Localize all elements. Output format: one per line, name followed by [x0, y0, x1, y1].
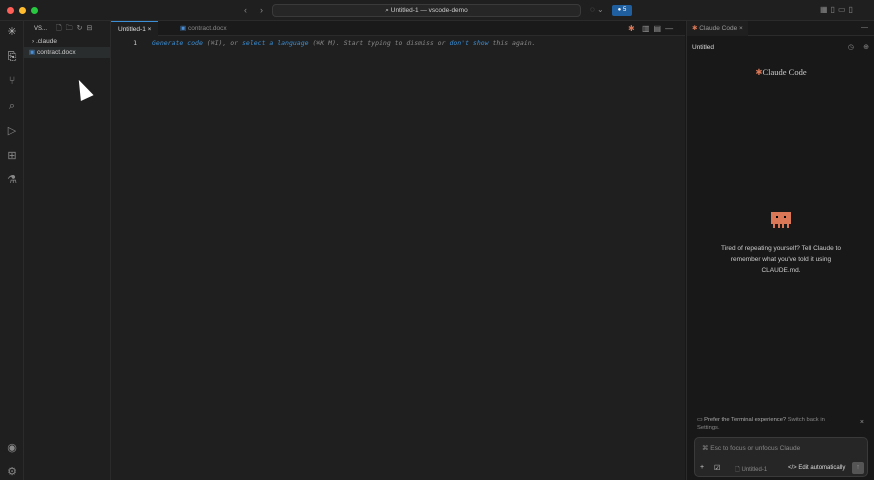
dismiss-notice-icon[interactable]: × [860, 419, 864, 426]
dont-show-link[interactable]: don't show [449, 39, 488, 47]
activity-bar: ✳ ⎘ ⑂ ⌕ ▷ ⊞ ⚗ ◉ ⚙ [0, 21, 24, 480]
prompt-placeholder: ⌘ Esc to focus or unfocus Claude [702, 445, 801, 452]
editor-actions[interactable]: ▥▤— [642, 24, 677, 33]
terminal-notice: ▭ Prefer the Terminal experience? Switch… [697, 417, 825, 431]
editor-line[interactable]: 1 Generate code (⌘I), or select a languag… [111, 39, 535, 47]
word-file-icon: ▣ [29, 49, 37, 56]
new-chat-icon[interactable]: ⊕ [863, 43, 869, 51]
panel-more-icon[interactable]: — [861, 24, 868, 31]
claude-action-icon[interactable]: ✱ [628, 24, 635, 33]
editor-area: Untitled-1 × ▣ contract.docx ✱ ▥▤— 1 Gene… [111, 21, 685, 480]
tab-claude-code[interactable]: ✱ Claude Code × [687, 21, 748, 36]
tip-text: Tired of repeating yourself? Tell Claude… [721, 245, 841, 274]
add-icon[interactable]: + [700, 464, 704, 471]
search-icon[interactable]: ⌕ [5, 99, 19, 113]
prompt-input[interactable]: ⌘ Esc to focus or unfocus Claude + ☑ 🗋 U… [694, 437, 868, 477]
back-icon[interactable]: ‹ [244, 5, 247, 15]
source-control-icon[interactable]: ⑂ [5, 74, 19, 88]
mode-selector[interactable]: </> Edit automatically [788, 465, 845, 471]
select-language-link[interactable]: select a language [242, 39, 309, 47]
file-chip[interactable]: 🗋 Untitled-1 [735, 465, 767, 475]
send-button[interactable]: ↑ [852, 462, 864, 474]
close-icon[interactable]: × [739, 25, 743, 32]
copilot-icon[interactable]: ◌ ⌄ [590, 5, 604, 14]
editor-tabs: Untitled-1 × ▣ contract.docx ✱ ▥▤— [111, 21, 685, 36]
layout-icons[interactable]: ▦▯▭▯ [820, 5, 856, 14]
tree-item-folder[interactable]: › .claude [24, 36, 110, 47]
account-icon[interactable]: ◉ [5, 441, 19, 455]
settings-gear-icon[interactable]: ⚙ [5, 465, 19, 479]
tree-item-file[interactable]: ▣ contract.docx [24, 47, 110, 58]
session-title: Untitled [692, 44, 715, 51]
checkbox-icon[interactable]: ☑ [714, 464, 720, 472]
explorer-icon[interactable]: ⎘ [5, 50, 19, 64]
claude-code-panel: ✱ Claude Code × — Untitled ◷ ⊕ ✱Claude C… [686, 21, 874, 480]
explorer-title: VS... [34, 26, 48, 32]
generate-code-link[interactable]: Generate code [152, 39, 203, 47]
explorer-sidebar: VS... 🗋🗀↻⊟ › .claude ▣ contract.docx [24, 21, 111, 480]
testing-icon[interactable]: ⚗ [5, 173, 19, 187]
forward-icon[interactable]: › [260, 5, 263, 15]
tab-untitled-1[interactable]: Untitled-1 × [111, 21, 159, 36]
run-debug-icon[interactable]: ▷ [5, 124, 19, 138]
claude-code-logo: ✱Claude Code [755, 67, 807, 77]
history-icon[interactable]: ◷ [848, 43, 854, 51]
title-bar: ‹ › ⌕ Untitled-1 — vscode-demo ◌ ⌄ ● 5 ▦… [0, 0, 874, 21]
mouse-cursor [72, 76, 94, 102]
close-icon[interactable]: × [148, 26, 152, 33]
tab-contract-docx[interactable]: ▣ contract.docx [173, 21, 234, 36]
word-file-icon: ▣ [180, 25, 188, 32]
maximize-window-button[interactable] [31, 7, 38, 14]
command-center-search[interactable]: ⌕ Untitled-1 — vscode-demo [272, 4, 581, 17]
claude-icon[interactable]: ✳ [5, 25, 19, 39]
explorer-actions[interactable]: 🗋🗀↻⊟ [56, 21, 96, 36]
line-number: 1 [133, 39, 137, 47]
claude-mascot-icon [771, 212, 791, 228]
extensions-icon[interactable]: ⊞ [5, 149, 19, 163]
minimize-window-button[interactable] [19, 7, 26, 14]
account-badge[interactable]: ● 5 [612, 5, 632, 16]
close-window-button[interactable] [7, 7, 14, 14]
